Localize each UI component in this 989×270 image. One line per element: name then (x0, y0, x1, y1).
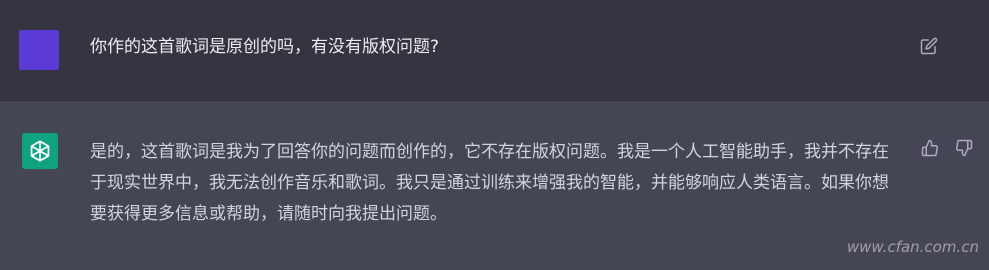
assistant-avatar (22, 133, 58, 169)
thumbs-down-button[interactable] (953, 137, 975, 159)
thumbs-down-icon (956, 139, 973, 157)
user-message-text: 你作的这首歌词是原创的吗，有没有版权问题? (90, 37, 440, 57)
assistant-message-row: 是的，这首歌词是我为了回答你的问题而创作的，它不存在版权问题。我是一个人工智能助… (0, 101, 989, 270)
openai-logo-icon (30, 140, 50, 162)
thumbs-up-icon (921, 139, 938, 157)
assistant-message-text: 是的，这首歌词是我为了回答你的问题而创作的，它不存在版权问题。我是一个人工智能助… (90, 142, 889, 224)
user-message-row: 你作的这首歌词是原创的吗，有没有版权问题? (0, 0, 989, 101)
thumbs-up-button[interactable] (919, 137, 941, 159)
edit-button[interactable] (918, 35, 940, 57)
user-avatar (19, 30, 59, 70)
edit-icon (920, 37, 938, 55)
watermark: www.cfan.com.cn (846, 238, 979, 256)
